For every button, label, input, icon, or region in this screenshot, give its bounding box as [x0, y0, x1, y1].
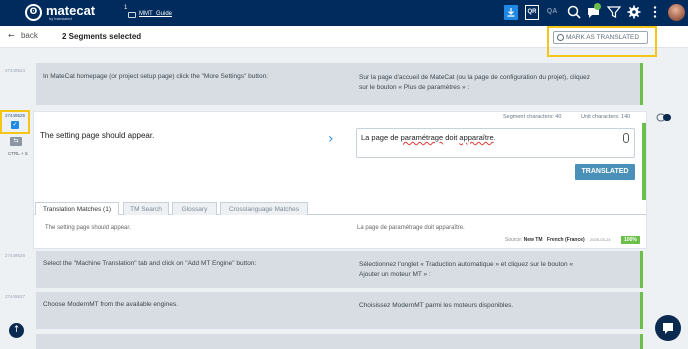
target-editor[interactable]: La page de paramétrage doit apparaître.	[356, 128, 635, 158]
match-target[interactable]: La page de paramétrage doit apparaître.	[357, 225, 465, 231]
chat-support-button[interactable]	[655, 315, 681, 341]
segment-id: 27449527	[5, 294, 26, 299]
target-text[interactable]: La page de paramétrage doit apparaître.	[361, 133, 496, 142]
filter-icon[interactable]	[606, 4, 622, 20]
active-source-text: The setting page should appear.	[40, 131, 155, 140]
search-icon[interactable]	[566, 4, 582, 20]
match-source-value: New TM	[523, 237, 543, 243]
project-number: 1	[124, 5, 128, 11]
match-source[interactable]: The setting page should appear.	[45, 225, 131, 231]
target-text-spellcheck: paramétrage	[400, 133, 444, 142]
match-language: French (France)	[546, 237, 585, 243]
more-vertical-icon[interactable]	[647, 4, 663, 20]
segment-row[interactable]: Select the "Machine Translation" tab and…	[36, 251, 643, 288]
arrow-left-icon: ←	[8, 31, 15, 40]
copy-source-icon[interactable]: ⇆	[10, 137, 22, 146]
active-segment-id: 27449525	[5, 113, 26, 118]
qr-button[interactable]: QR	[525, 5, 539, 20]
microphone-icon[interactable]	[623, 133, 629, 143]
segments-selected-label: 2 Segments selected	[62, 32, 142, 41]
tab-tm-search[interactable]: TM Search	[123, 202, 169, 215]
mark-as-translated-label: MARK AS TRANSLATED	[566, 34, 640, 41]
tab-translation-matches[interactable]: Translation Matches (1)	[35, 202, 119, 215]
segment-row[interactable]: Choose ModernMT from the available engin…	[36, 292, 643, 329]
segment-target-line: Choisissez ModernMT parmi les moteurs di…	[359, 302, 514, 309]
comment-icon[interactable]	[656, 113, 672, 122]
target-text-part: .	[493, 133, 496, 142]
project-name-link[interactable]: MMT_Guide	[139, 11, 172, 17]
segment-id: 27449526	[5, 253, 26, 258]
status-bar	[642, 123, 646, 200]
logo-subtitle: by translated	[49, 16, 72, 21]
matches-tabs: Translation Matches (1) TM Search Glossa…	[34, 202, 646, 215]
notification-badge	[594, 3, 601, 10]
gear-icon[interactable]	[626, 4, 642, 20]
segment-target: Sélectionnez l'onglet « Traduction autom…	[359, 260, 573, 280]
match-percent-badge: 100%	[621, 236, 640, 244]
match-date: 2025-03-24	[590, 237, 611, 242]
segment-source: In MateCat homepage (or project setup pa…	[43, 73, 269, 80]
mark-as-translated-button[interactable]: MARK AS TRANSLATED	[553, 31, 648, 44]
segment-target-line: Sur la page d'accueil de MateCat (ou la …	[359, 74, 591, 81]
unit-characters: Unit characters: 140	[581, 114, 631, 120]
segment-target-line: Ajouter un moteur MT » :	[359, 271, 431, 278]
segment-target-line: sur le bouton « Plus de paramètres » :	[359, 84, 470, 91]
translated-button[interactable]: TRANSLATED	[575, 164, 635, 180]
segment-target: Sur la page d'accueil de MateCat (ou la …	[359, 73, 590, 93]
download-button[interactable]	[504, 5, 518, 20]
back-label: back	[20, 31, 38, 40]
segment-row[interactable]: In MateCat homepage (or project setup pa…	[36, 63, 643, 105]
tab-glossary[interactable]: Glossary	[172, 202, 217, 215]
chat-icon	[663, 323, 673, 334]
folder-icon	[128, 12, 136, 18]
segment-target-line: Sélectionnez l'onglet « Traduction autom…	[359, 261, 574, 268]
user-avatar[interactable]	[668, 4, 685, 21]
scroll-to-top-button[interactable]: ↑	[9, 323, 24, 338]
tab-crosslanguage-matches[interactable]: Crosslanguage Matches	[220, 202, 308, 215]
check-circle-icon	[557, 34, 564, 41]
matecat-logo-icon[interactable]: ʘ	[25, 4, 42, 21]
segment-characters: Segment characters: 40	[503, 114, 562, 120]
segment-source: Select the "Machine Translation" tab and…	[43, 260, 257, 267]
chevron-right-icon: ›	[328, 131, 334, 147]
shortcut-label: CTRL + S	[8, 151, 28, 156]
top-bar: ʘ matecat by translated 1 MMT_Guide QR Q…	[0, 0, 688, 26]
target-text-part: doit	[443, 133, 460, 142]
segment-source: Choose ModernMT from the available engin…	[43, 301, 179, 308]
back-button[interactable]: ← back	[8, 31, 38, 40]
target-text-spellcheck: apparaître	[459, 133, 494, 142]
segment-select-checkbox[interactable]: ✓	[11, 121, 19, 129]
match-source-label: Source:	[505, 237, 523, 243]
segment-id: 27449524	[5, 68, 26, 73]
arrow-up-icon: ↑	[12, 325, 21, 335]
match-metadata: Source: New TM French (France) 2025-03-2…	[505, 237, 611, 243]
download-icon	[507, 8, 515, 17]
qa-button[interactable]: QA	[545, 5, 559, 20]
segment-target: Choisissez ModernMT parmi les moteurs di…	[359, 301, 513, 311]
target-text-part: La page de	[361, 133, 401, 142]
segment-row[interactable]	[36, 334, 643, 349]
